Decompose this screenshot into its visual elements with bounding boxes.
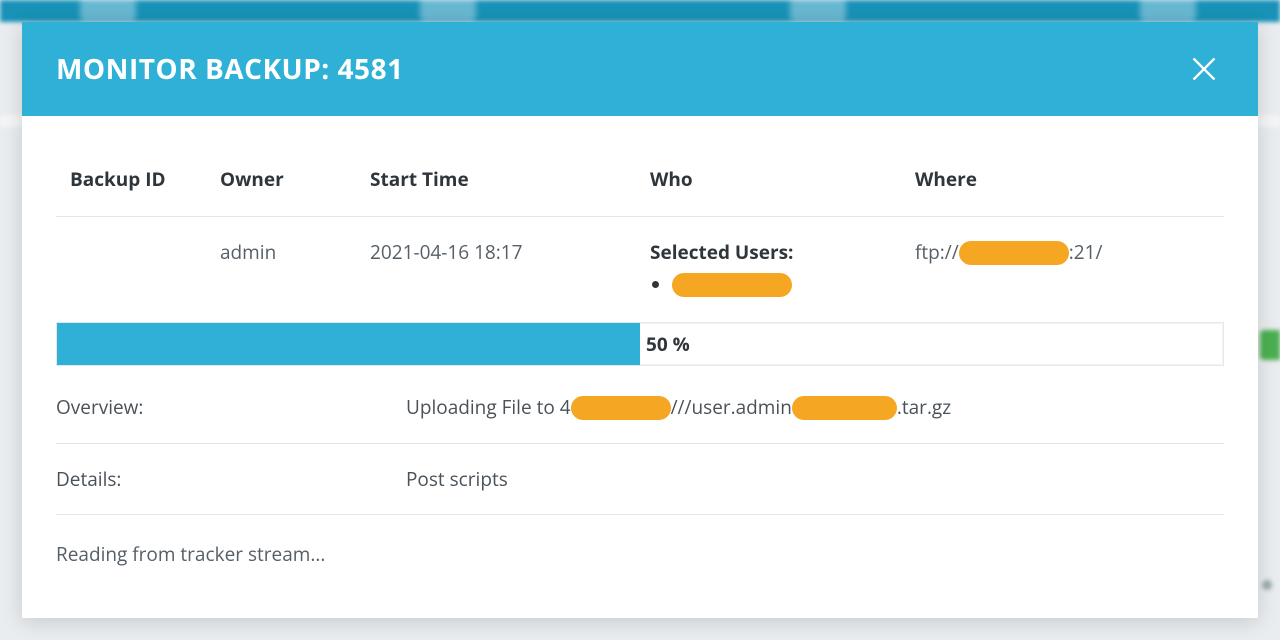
who-user-item	[672, 271, 893, 298]
details-label: Details:	[56, 443, 406, 514]
details-value: Post scripts	[406, 443, 1224, 514]
th-who: Who	[636, 156, 901, 217]
overview-text-prefix: Uploading File to 4	[406, 394, 571, 420]
cell-owner: admin	[206, 217, 356, 320]
who-label: Selected Users:	[650, 239, 893, 265]
details-row: Details: Post scripts	[56, 443, 1224, 514]
background-nav-icon	[1140, 0, 1196, 22]
th-where: Where	[901, 156, 1224, 217]
backup-info-table: Backup ID Owner Start Time Who Where adm…	[56, 156, 1224, 320]
cell-who: Selected Users:	[636, 217, 901, 320]
th-start-time: Start Time	[356, 156, 636, 217]
modal-body: Backup ID Owner Start Time Who Where adm…	[22, 116, 1258, 618]
th-backup-id: Backup ID	[56, 156, 206, 217]
progress-label: 50 %	[646, 323, 690, 365]
overview-text-mid: ///user.admin	[671, 394, 792, 420]
overview-value: Uploading File to 4 ///user.admin .tar.gz	[406, 372, 1224, 443]
background-nav-icon	[420, 0, 476, 22]
overview-text-suffix: .tar.gz	[897, 394, 951, 420]
status-line: Reading from tracker stream...	[56, 515, 1224, 567]
redacted-upload-host	[571, 396, 671, 420]
monitor-backup-modal: MONITOR BACKUP: 4581 Backup ID Owner Sta…	[22, 22, 1258, 618]
background-topbar	[0, 0, 1280, 22]
cell-backup-id	[56, 217, 206, 320]
modal-title: MONITOR BACKUP: 4581	[56, 50, 404, 88]
table-row: admin 2021-04-16 18:17 Selected Users: f…	[56, 217, 1224, 320]
cell-where: ftp:// :21/	[901, 217, 1224, 320]
redacted-upload-file	[792, 396, 897, 420]
modal-header: MONITOR BACKUP: 4581	[22, 22, 1258, 116]
th-owner: Owner	[206, 156, 356, 217]
redacted-host	[959, 241, 1069, 265]
redacted-user	[672, 273, 792, 297]
cell-start-time: 2021-04-16 18:17	[356, 217, 636, 320]
background-nav-icon	[790, 0, 846, 22]
background-dot	[1262, 580, 1272, 590]
details-table: Overview: Uploading File to 4 ///user.adm…	[56, 372, 1224, 515]
where-prefix: ftp://	[915, 239, 959, 265]
background-nav-icon	[80, 0, 136, 22]
who-users-list	[672, 271, 893, 298]
background-accent	[1260, 330, 1280, 360]
overview-row: Overview: Uploading File to 4 ///user.adm…	[56, 372, 1224, 443]
progress-bar: 50 %	[56, 322, 1224, 366]
close-button[interactable]	[1190, 55, 1218, 83]
where-suffix: :21/	[1069, 239, 1103, 265]
progress-fill	[57, 323, 640, 365]
overview-label: Overview:	[56, 372, 406, 443]
close-icon	[1190, 55, 1218, 83]
